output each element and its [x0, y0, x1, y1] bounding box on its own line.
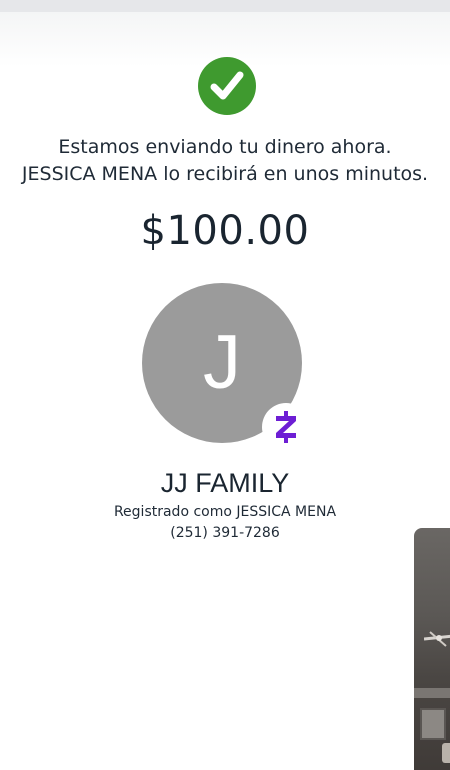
status-bar [0, 0, 450, 12]
amount-sent: $100.00 [140, 208, 310, 254]
background-lamp [442, 743, 450, 763]
video-overlay-thumbnail[interactable] [414, 528, 450, 770]
recipient-phone: (251) 391-7286 [170, 525, 280, 541]
registered-as-text: Registrado como JESSICA MENA [113, 504, 337, 520]
ceiling-fan-image [424, 631, 450, 647]
zelle-logo-icon [276, 411, 296, 443]
success-check-icon [198, 57, 256, 115]
payment-confirmation-screen: Estamos enviando tu dinero ahora. JESSIC… [0, 0, 450, 770]
background-shelf [414, 688, 450, 698]
zelle-badge [262, 403, 310, 451]
confirmation-message: Estamos enviando tu dinero ahora. JESSIC… [21, 136, 429, 185]
background-frame [420, 708, 446, 740]
recipient-name: JJ FAMILY [160, 468, 290, 498]
